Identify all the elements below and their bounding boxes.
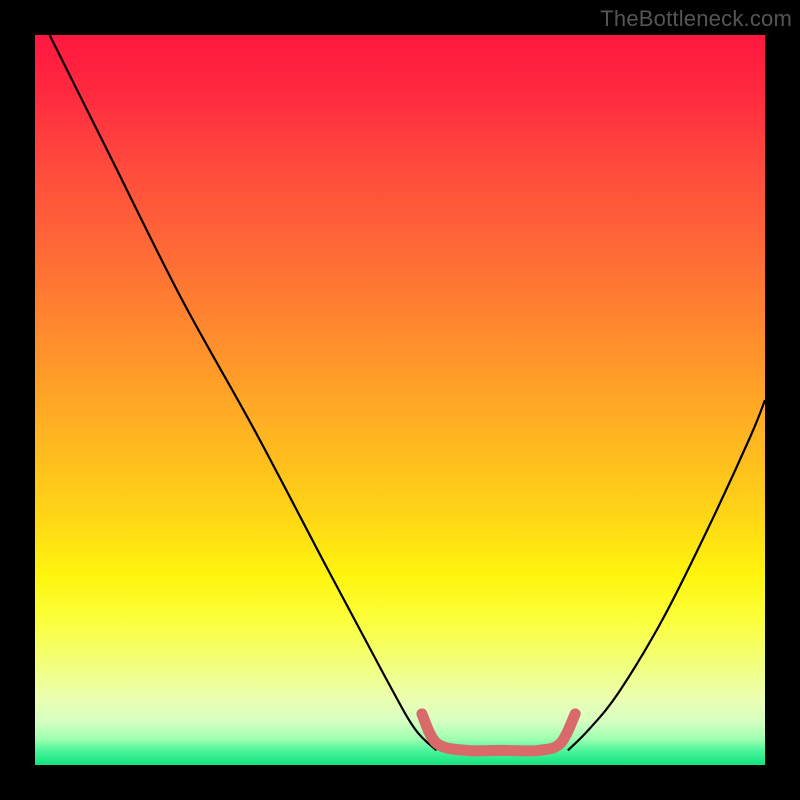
series-bottom-valley-marker xyxy=(422,714,575,751)
series-right-ascending-curve xyxy=(568,400,765,750)
chart-frame: TheBottleneck.com xyxy=(0,0,800,800)
plot-area xyxy=(35,35,765,765)
curve-svg xyxy=(35,35,765,765)
watermark-text: TheBottleneck.com xyxy=(600,6,792,32)
series-left-descending-curve xyxy=(50,35,437,750)
